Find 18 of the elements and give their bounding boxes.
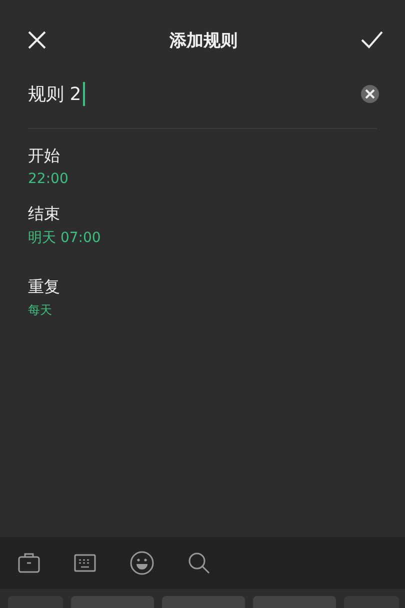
setting-value: 每天 xyxy=(28,302,52,319)
close-icon xyxy=(28,31,46,49)
clipboard-icon[interactable] xyxy=(18,553,40,573)
emoji-icon[interactable] xyxy=(130,551,154,575)
rule-name-field[interactable]: 规则 2 xyxy=(28,82,86,106)
setting-label[interactable]: 开始 xyxy=(28,146,60,167)
setting-label[interactable]: 结束 xyxy=(28,204,60,225)
confirm-button[interactable] xyxy=(361,31,383,49)
checkmark-icon xyxy=(361,31,383,49)
page-title: 添加规则 xyxy=(170,30,238,52)
clear-icon xyxy=(365,89,375,99)
search-icon[interactable] xyxy=(188,552,210,574)
setting-label[interactable]: 重复 xyxy=(28,277,60,298)
close-button[interactable] xyxy=(28,31,46,49)
keyboard-icon[interactable] xyxy=(74,554,96,572)
setting-value: 22:00 xyxy=(28,171,68,187)
clear-button[interactable] xyxy=(361,85,379,103)
setting-value: 明天 07:00 xyxy=(28,229,101,247)
